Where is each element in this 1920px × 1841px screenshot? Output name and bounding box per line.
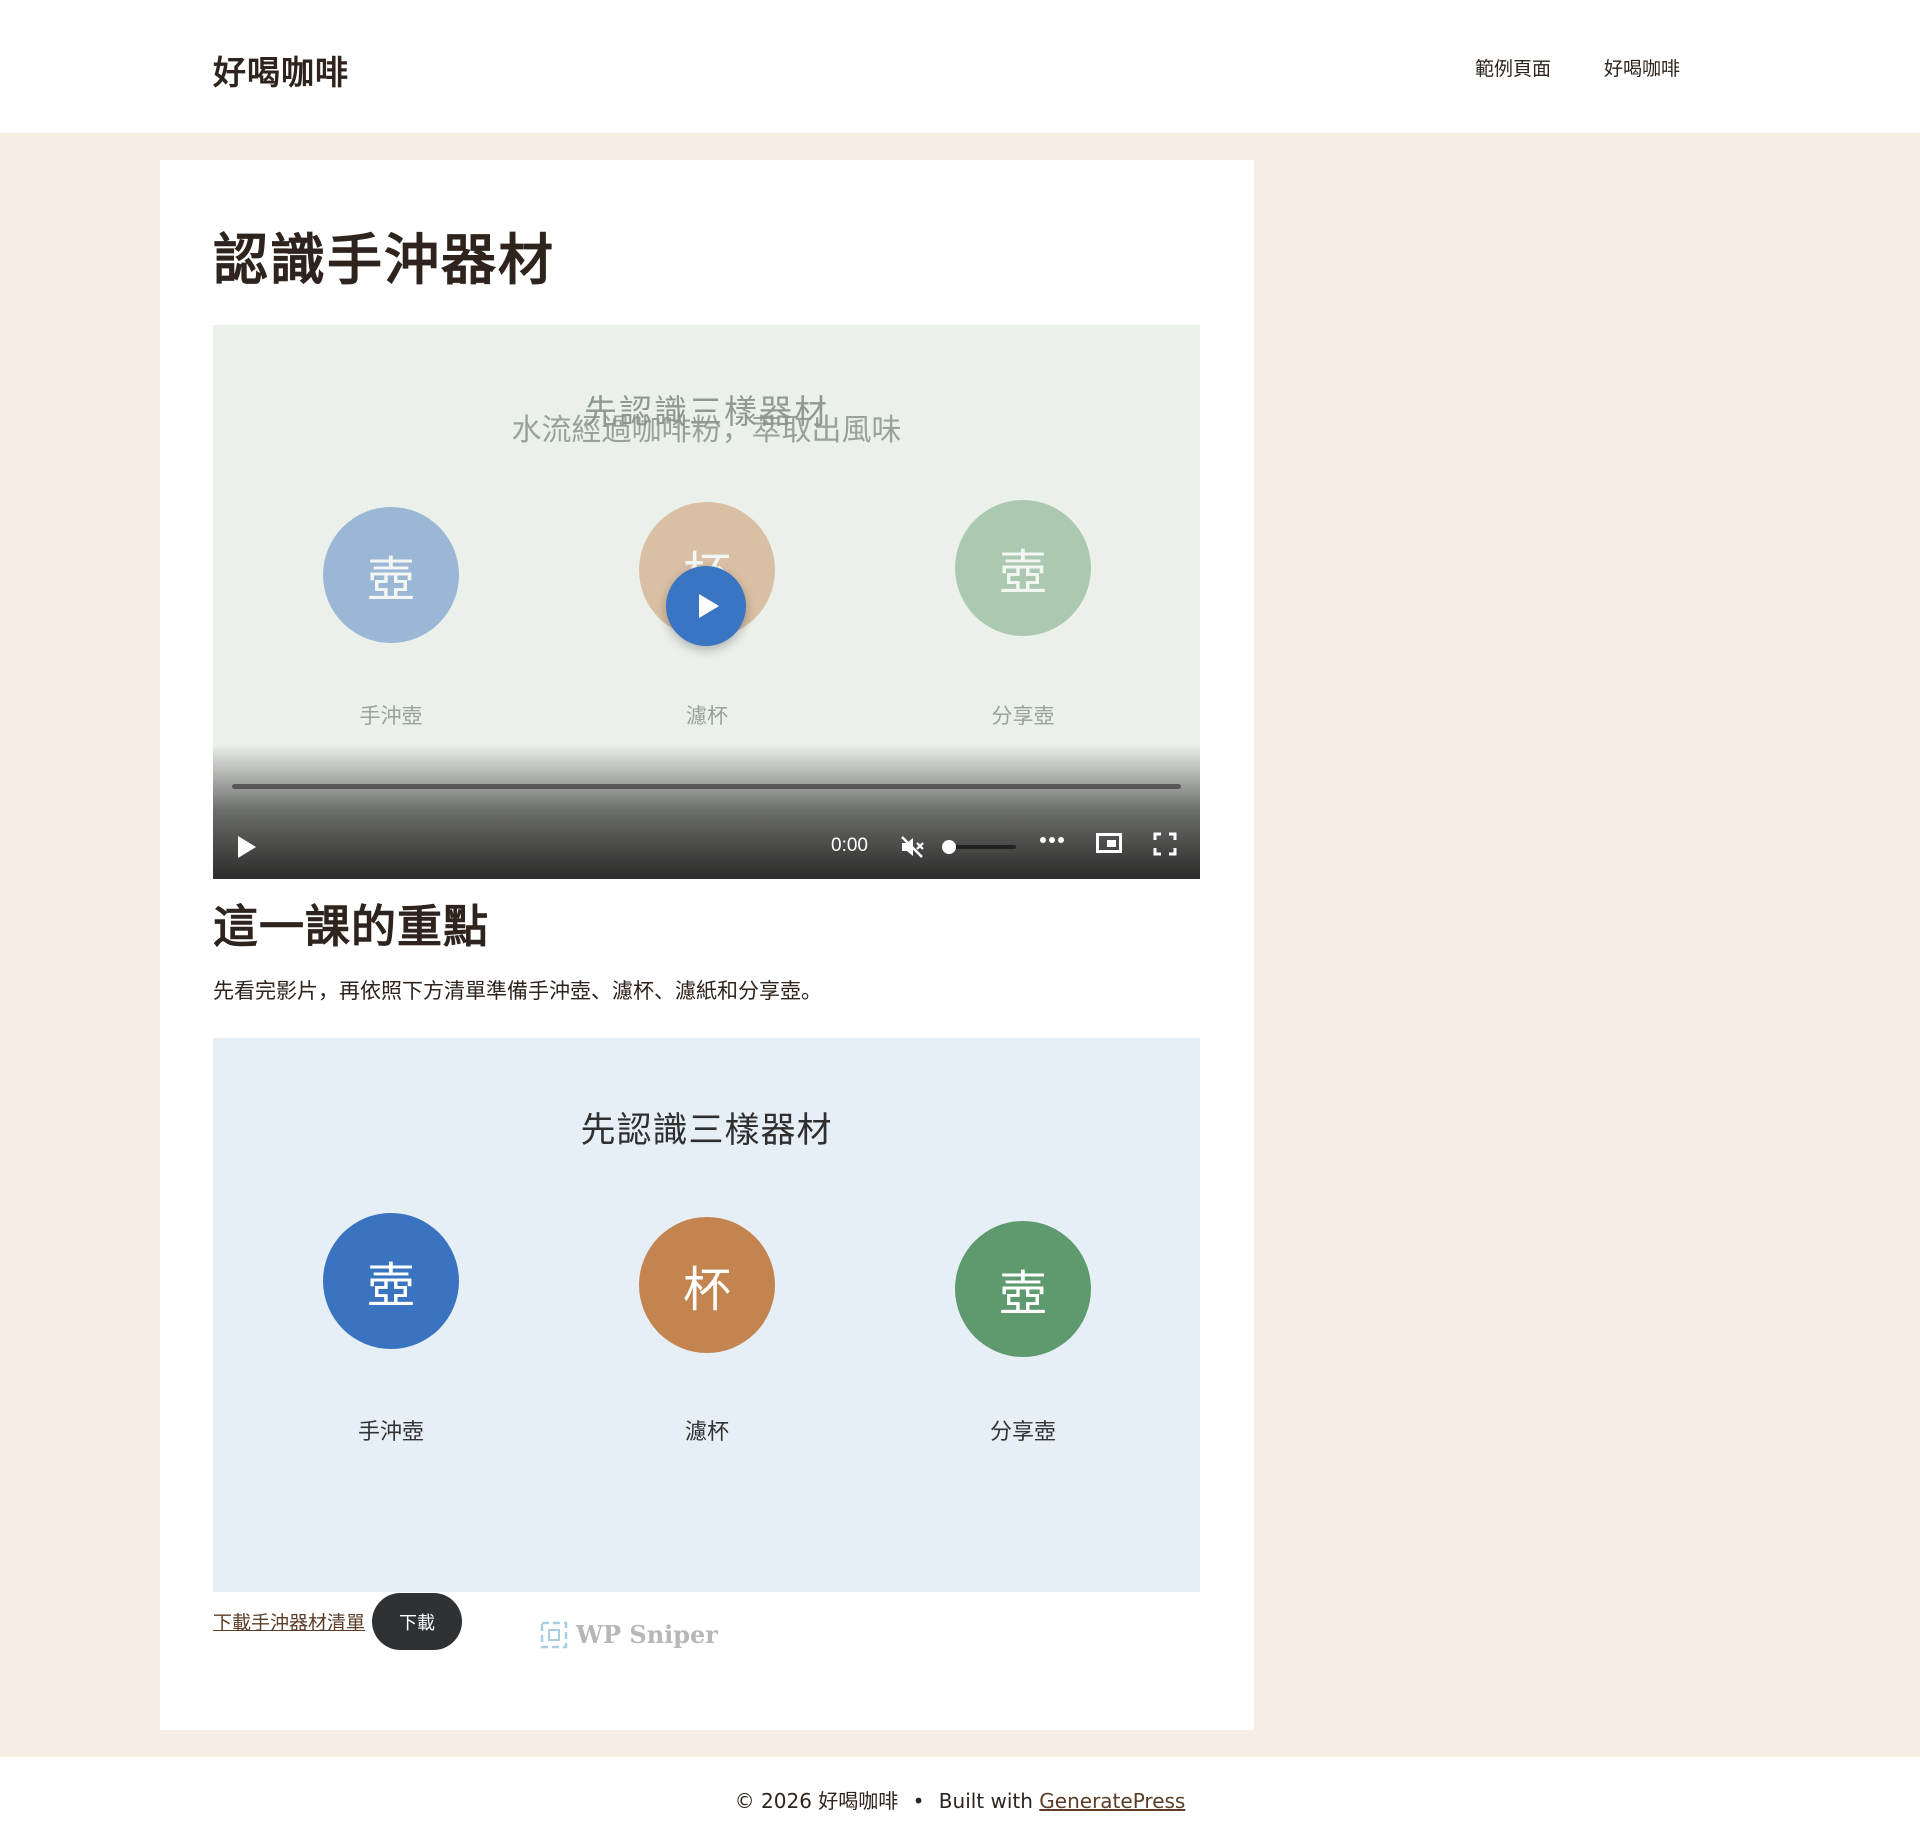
video-progress-bar[interactable] (232, 784, 1181, 789)
main-nav: 範例頁面 好喝咖啡 (1475, 54, 1680, 81)
site-footer: © 2026 好喝咖啡 • Built with GeneratePress (0, 1757, 1920, 1841)
site-title[interactable]: 好喝咖啡 (213, 46, 349, 94)
kettle-circle: 壺 (323, 1213, 459, 1349)
video-server-label: 分享壺 (991, 704, 1055, 728)
video-kettle-glyph: 壺 (366, 552, 415, 608)
equipment-illustration: 先認識三樣器材 壺 杯 壺 手沖壺 濾杯 分享壺 (213, 1038, 1200, 1592)
control-play-icon[interactable] (238, 836, 256, 858)
site-header: 好喝咖啡 範例頁面 好喝咖啡 (0, 0, 1920, 133)
footer-separator: • (912, 1789, 925, 1813)
wp-sniper-badge[interactable]: WP Sniper (540, 1620, 718, 1649)
page-title: 認識手沖器材 (213, 228, 556, 292)
video-kettle-circle: 壺 (323, 507, 459, 643)
illustration-title: 先認識三樣器材 (580, 1111, 833, 1151)
big-play-button[interactable] (666, 566, 746, 646)
video-server-circle: 壺 (955, 500, 1091, 636)
kettle-glyph: 壺 (366, 1258, 415, 1314)
video-kettle-label: 手沖壺 (359, 704, 423, 728)
dripper-glyph: 杯 (682, 1262, 731, 1318)
footer-theme-link[interactable]: GeneratePress (1039, 1789, 1185, 1813)
download-button[interactable]: 下載 (372, 1593, 462, 1650)
wp-sniper-text: WP Sniper (576, 1620, 718, 1649)
lesson-paragraph: 先看完影片，再依照下方清單準備手沖壺、濾杯、濾紙和分享壺。 (213, 979, 822, 1003)
content-card: 認識手沖器材 先認識三樣器材 水流經過咖啡粉，萃取出風味 壺 杯 壺 手沖壺 濾… (160, 160, 1254, 1730)
dripper-label: 濾杯 (684, 1420, 729, 1445)
footer-copyright: © 2026 好喝咖啡 (734, 1789, 899, 1813)
video-dripper-label: 濾杯 (686, 704, 728, 728)
server-glyph: 壺 (998, 1266, 1047, 1322)
video-server-glyph: 壺 (998, 545, 1047, 601)
wp-sniper-icon (540, 1621, 568, 1648)
server-circle: 壺 (955, 1221, 1091, 1357)
video-overlay-subtitle: 水流經過咖啡粉，萃取出風味 (511, 413, 902, 448)
volume-knob[interactable] (942, 840, 956, 854)
picture-in-picture-icon[interactable] (1096, 833, 1122, 853)
video-time: 0:00 (831, 835, 868, 856)
play-icon (698, 594, 719, 618)
footer-built-with: Built with (938, 1789, 1033, 1813)
video-player[interactable]: 先認識三樣器材 水流經過咖啡粉，萃取出風味 壺 杯 壺 手沖壺 濾杯 分享壺 0… (213, 325, 1200, 879)
nav-item-coffee[interactable]: 好喝咖啡 (1604, 54, 1680, 81)
download-list-link[interactable]: 下載手沖器材清單 (213, 1608, 365, 1635)
server-label: 分享壺 (989, 1420, 1056, 1445)
video-controls: 0:00 (213, 744, 1200, 879)
footer-credit: © 2026 好喝咖啡 • Built with GeneratePress (0, 1785, 1920, 1814)
kettle-label: 手沖壺 (357, 1420, 424, 1445)
fullscreen-icon[interactable] (1153, 832, 1177, 856)
volume-slider[interactable] (942, 840, 1016, 854)
section-title: 這一課的重點 (213, 900, 490, 953)
nav-item-sample-page[interactable]: 範例頁面 (1475, 54, 1551, 81)
dripper-circle: 杯 (639, 1217, 775, 1353)
mute-icon[interactable] (899, 834, 925, 860)
more-options-icon[interactable] (1040, 837, 1064, 843)
